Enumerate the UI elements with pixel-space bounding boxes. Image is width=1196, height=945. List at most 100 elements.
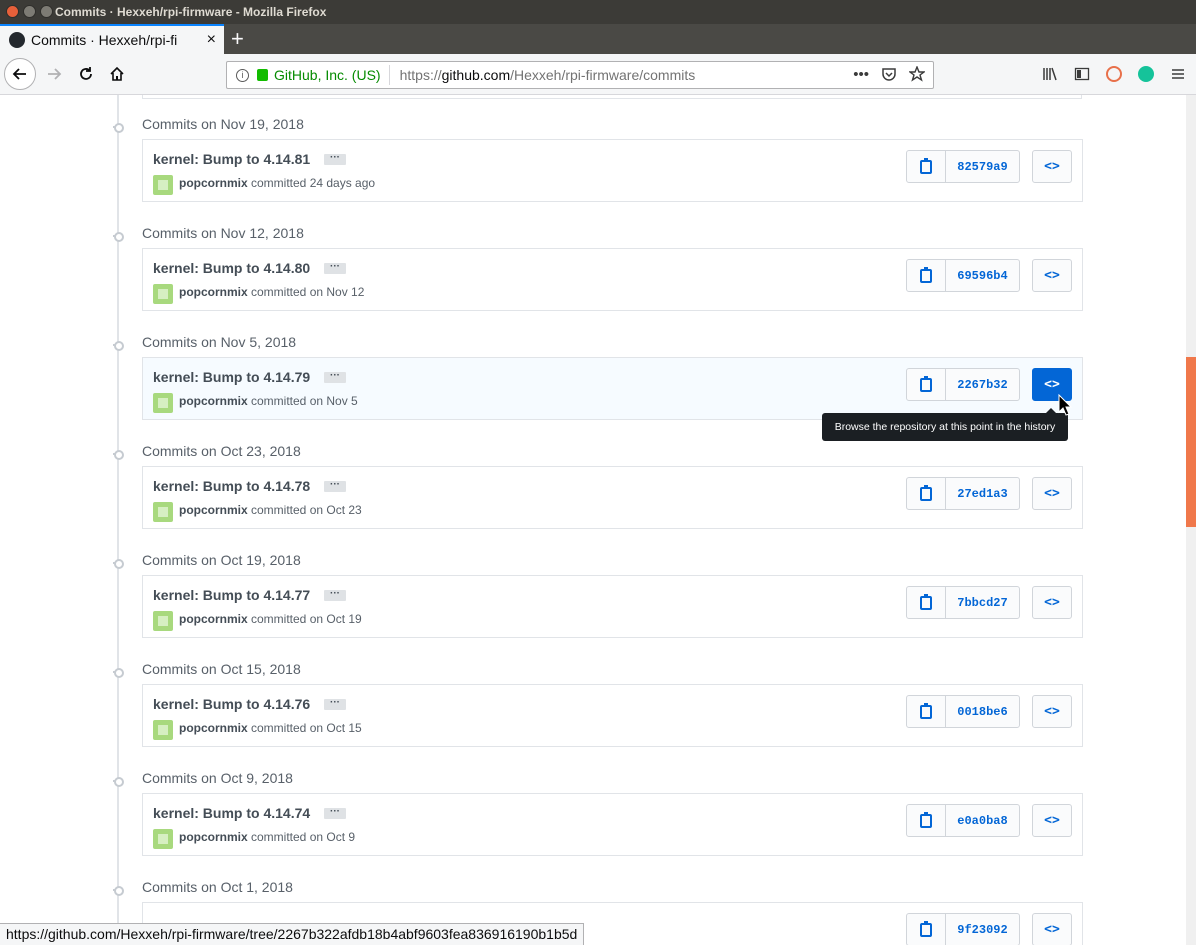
commit-author-link[interactable]: popcornmix: [179, 612, 248, 626]
commit-group-date: Commits on Oct 23, 2018: [142, 443, 301, 459]
copy-sha-button[interactable]: [907, 260, 946, 291]
avatar[interactable]: [153, 284, 173, 304]
commit-message-link[interactable]: kernel: Bump to 4.14.76: [153, 696, 310, 712]
commit-author-link[interactable]: popcornmix: [179, 394, 248, 408]
commit-sha-button-group: 82579a9: [906, 150, 1020, 183]
commit-group: Commits on Oct 19, 2018 kernel: Bump to 4…: [0, 550, 1186, 659]
browse-repository-button[interactable]: <>: [1032, 259, 1072, 292]
commit-item: kernel: Bump to 4.14.76 ··· popcornmix com…: [142, 684, 1083, 747]
avatar[interactable]: [153, 175, 173, 195]
bookmark-star-icon[interactable]: [909, 66, 925, 82]
commit-message-link[interactable]: kernel: Bump to 4.14.81: [153, 151, 310, 167]
avatar[interactable]: [153, 393, 173, 413]
forward-button[interactable]: [40, 60, 68, 88]
commit-time: committed on Oct 9: [247, 830, 356, 844]
commit-author-link[interactable]: popcornmix: [179, 830, 248, 844]
library-icon[interactable]: [1042, 66, 1058, 82]
commit-author-link[interactable]: popcornmix: [179, 503, 248, 517]
commit-sha-link[interactable]: 9f23092: [946, 914, 1019, 945]
expand-commit-message-button[interactable]: ···: [324, 480, 346, 492]
clipboard-icon: [920, 266, 932, 283]
page-scrollbar[interactable]: [1186, 95, 1196, 945]
page-actions-menu-icon[interactable]: •••: [853, 66, 869, 83]
copy-sha-button[interactable]: [907, 805, 946, 836]
extension-icon[interactable]: [1106, 66, 1122, 82]
commit-sha-link[interactable]: 7bbcd27: [946, 587, 1019, 618]
site-info-icon[interactable]: i: [236, 68, 249, 82]
timeline-commit-icon: [110, 228, 126, 244]
lock-icon[interactable]: [257, 69, 268, 81]
commit-meta: popcornmix committed on Nov 12: [179, 285, 364, 299]
commit-message-link[interactable]: kernel: Bump to 4.14.77: [153, 587, 310, 603]
avatar[interactable]: [153, 611, 173, 631]
commit-author-link[interactable]: popcornmix: [179, 285, 248, 299]
clipboard-icon: [920, 702, 932, 719]
pocket-icon[interactable]: [881, 66, 897, 82]
expand-commit-message-button[interactable]: ···: [324, 153, 346, 165]
window-maximize-button[interactable]: [40, 5, 53, 18]
commit-message-link[interactable]: kernel: Bump to 4.14.78: [153, 478, 310, 494]
window-close-button[interactable]: [6, 5, 19, 18]
commit-sha-link[interactable]: 27ed1a3: [946, 478, 1019, 509]
commit-group-date: Commits on Oct 9, 2018: [142, 770, 293, 786]
browse-repository-button[interactable]: <>: [1032, 804, 1072, 837]
expand-commit-message-button[interactable]: ···: [324, 371, 346, 383]
commit-sha-link[interactable]: 2267b32: [946, 369, 1019, 400]
close-tab-icon[interactable]: ×: [207, 31, 216, 49]
commit-message-link[interactable]: kernel: Bump to 4.14.74: [153, 805, 310, 821]
browse-repository-button[interactable]: <>: [1032, 586, 1072, 619]
site-identity[interactable]: GitHub, Inc. (US): [274, 65, 390, 85]
browse-repository-button[interactable]: <>: [1032, 913, 1072, 945]
expand-commit-message-button[interactable]: ···: [324, 807, 346, 819]
copy-sha-button[interactable]: [907, 478, 946, 509]
browse-repository-button[interactable]: <>: [1032, 477, 1072, 510]
mouse-cursor-icon: [1058, 394, 1072, 416]
url-text[interactable]: https://github.com/Hexxeh/rpi-firmware/c…: [400, 67, 696, 83]
commit-group-date: Commits on Nov 19, 2018: [142, 116, 304, 132]
commit-sha-link[interactable]: 0018be6: [946, 696, 1019, 727]
browser-tab[interactable]: Commits · Hexxeh/rpi-fi ×: [0, 24, 224, 54]
expand-commit-message-button[interactable]: ···: [324, 262, 346, 274]
address-bar[interactable]: i GitHub, Inc. (US) https://github.com/H…: [226, 61, 934, 89]
hamburger-menu-icon[interactable]: [1170, 66, 1186, 82]
new-tab-button[interactable]: +: [231, 26, 244, 52]
avatar[interactable]: [153, 720, 173, 740]
commit-sha-link[interactable]: 69596b4: [946, 260, 1019, 291]
copy-sha-button[interactable]: [907, 369, 946, 400]
navigation-toolbar: i GitHub, Inc. (US) https://github.com/H…: [0, 54, 1196, 95]
commit-group-date: Commits on Nov 5, 2018: [142, 334, 297, 350]
avatar[interactable]: [153, 502, 173, 522]
commit-sha-link[interactable]: 82579a9: [946, 151, 1019, 182]
page-content: Commits on Nov 19, 2018 kernel: Bump to 4…: [0, 95, 1186, 945]
timeline-commit-icon: [110, 882, 126, 898]
commit-group: Commits on Oct 23, 2018 kernel: Bump to 4…: [0, 441, 1186, 550]
grammarly-icon[interactable]: [1138, 66, 1154, 82]
status-bar-link-preview: https://github.com/Hexxeh/rpi-firmware/t…: [0, 923, 585, 945]
window-minimize-button[interactable]: [23, 5, 36, 18]
commit-sha-link[interactable]: e0a0ba8: [946, 805, 1019, 836]
commit-group-date: Commits on Oct 15, 2018: [142, 661, 301, 677]
home-button[interactable]: [103, 60, 131, 88]
browse-repository-button[interactable]: <>: [1032, 150, 1072, 183]
window-titlebar: Commits · Hexxeh/rpi-firmware - Mozilla …: [0, 0, 1196, 24]
expand-commit-message-button[interactable]: ···: [324, 589, 346, 601]
sidebar-icon[interactable]: [1074, 66, 1090, 82]
commit-author-link[interactable]: popcornmix: [179, 721, 248, 735]
copy-sha-button[interactable]: [907, 914, 946, 945]
commit-meta: popcornmix committed on Oct 19: [179, 612, 362, 626]
browse-repository-button[interactable]: <>: [1032, 695, 1072, 728]
commit-message-link[interactable]: kernel: Bump to 4.14.79: [153, 369, 310, 385]
back-button[interactable]: [4, 58, 36, 90]
commit-sha-button-group: 9f23092: [906, 913, 1020, 945]
reload-icon: [80, 67, 92, 80]
url-scheme: https://: [399, 67, 442, 83]
expand-commit-message-button[interactable]: ···: [324, 698, 346, 710]
copy-sha-button[interactable]: [907, 587, 946, 618]
reload-button[interactable]: [72, 60, 100, 88]
scrollbar-thumb[interactable]: [1186, 357, 1196, 527]
avatar[interactable]: [153, 829, 173, 849]
copy-sha-button[interactable]: [907, 151, 946, 182]
copy-sha-button[interactable]: [907, 696, 946, 727]
commit-message-link[interactable]: kernel: Bump to 4.14.80: [153, 260, 310, 276]
commit-author-link[interactable]: popcornmix: [179, 176, 248, 190]
